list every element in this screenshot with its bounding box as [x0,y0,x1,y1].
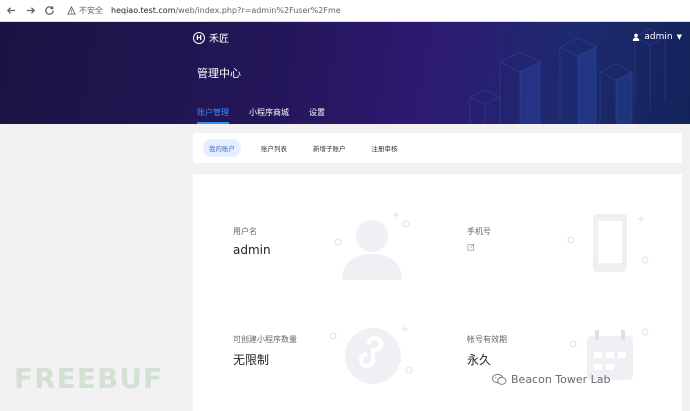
url-host: heqiao.test.com [111,6,176,15]
page-title: 管理中心 [197,67,241,80]
user-illustration-icon [334,212,410,280]
beacon-watermark-text: Beacon Tower Lab [511,373,611,386]
hero-header: H 禾匠 admin ▼ 管理中心 账户管理 小程序商城 设置 [0,22,690,124]
main-tabs: 账户管理 小程序商城 设置 [197,107,345,124]
expiry-value: 永久 [467,353,492,367]
warning-icon [67,6,76,15]
tab-settings[interactable]: 设置 [309,107,325,124]
phone-label: 手机号 [467,227,491,236]
logo-icon: H [193,31,205,44]
tab-miniapp-store[interactable]: 小程序商城 [249,107,289,124]
subtab-account-list[interactable]: 账户列表 [255,139,293,157]
expiry-label: 帐号有效期 [467,335,507,344]
username-value: admin [233,243,271,257]
browser-toolbar: 不安全 heqiao.test.com/web/index.php?r=admi… [0,0,690,22]
user-icon [632,33,644,41]
back-arrow-icon[interactable] [3,3,19,19]
beacon-watermark: Beacon Tower Lab [492,373,611,386]
chevron-down-icon: ▼ [676,33,682,41]
miniapp-illustration-icon [329,326,413,384]
freebuf-watermark: FREEBUF [14,362,164,395]
forward-arrow-icon[interactable] [22,3,38,19]
subtab-my-account[interactable]: 我的账户 [203,139,241,157]
expiry-info: 帐号有效期 永久 [467,334,507,368]
subtab-registration-review[interactable]: 注册审核 [366,139,404,157]
reload-icon[interactable] [41,3,57,19]
logo-text: 禾匠 [209,34,229,45]
username-info: 用户名 admin [233,226,271,257]
phone-illustration-icon [567,214,649,272]
edit-icon[interactable] [467,243,491,251]
logo[interactable]: H 禾匠 [193,30,229,45]
tab-account-management[interactable]: 账户管理 [197,107,229,124]
miniapp-quota-label: 可创建小程序数量 [233,335,297,344]
username-label: 用户名 [233,227,257,236]
miniapp-quota-value: 无限制 [233,353,270,367]
subtab-add-subaccount[interactable]: 新增子账户 [307,139,352,157]
address-bar[interactable]: 不安全 heqiao.test.com/web/index.php?r=admi… [67,5,341,16]
wechat-icon [492,373,511,386]
user-menu[interactable]: admin ▼ [632,32,682,42]
sub-navigation: 我的账户 账户列表 新增子账户 注册审核 [193,133,682,163]
url-path: /web/index.php?r=admin%2Fuser%2Fme [175,6,341,15]
phone-info: 手机号 [467,226,491,251]
miniapp-quota-info: 可创建小程序数量 无限制 [233,334,297,368]
username-display: admin [644,32,673,42]
insecure-label: 不安全 [79,6,103,15]
